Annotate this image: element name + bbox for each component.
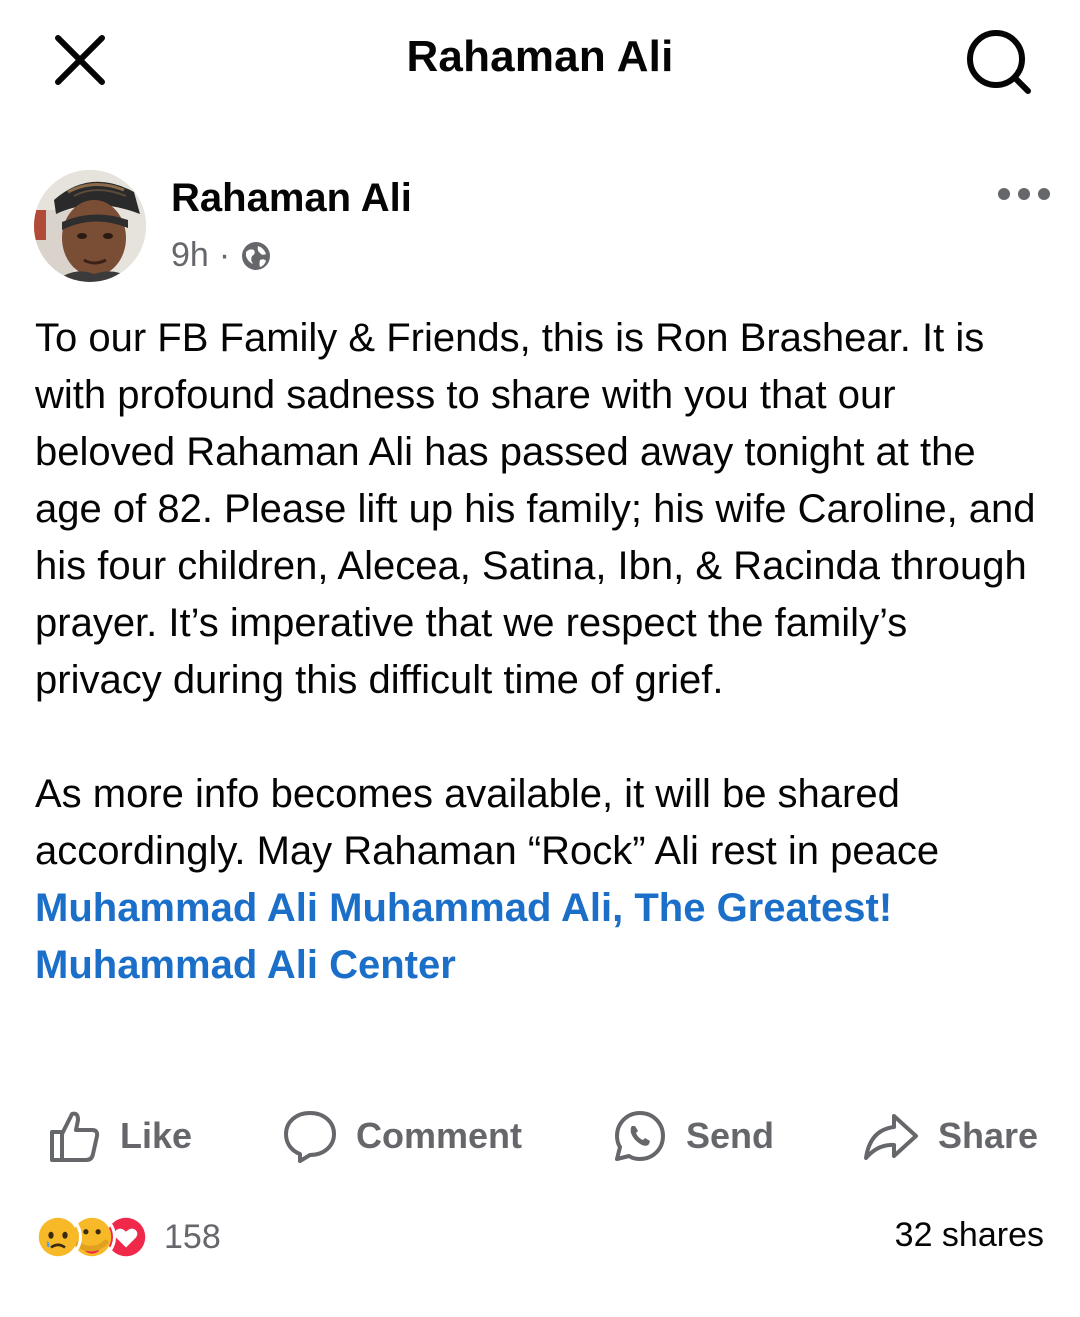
shares-count[interactable]: 32 shares [895,1216,1044,1255]
search-button[interactable] [962,26,1034,98]
like-button[interactable]: Like [46,1098,192,1174]
search-icon [967,30,1031,94]
page-title: Rahaman Ali [406,32,674,81]
globe-icon [242,241,271,270]
send-button[interactable]: Send [612,1098,774,1174]
like-label: Like [120,1115,193,1156]
more-options-button[interactable] [996,184,1052,204]
post-footer: 158 32 shares [0,1206,1080,1270]
comment-icon [284,1111,336,1163]
reactions-summary[interactable]: 158 [34,1212,221,1262]
reaction-count: 158 [164,1217,221,1256]
share-label: Share [938,1115,1039,1156]
post-header: Rahaman Ali 9h · [34,170,1054,290]
mention-link[interactable]: Muhammad Ali, The Greatest! [329,886,892,930]
post-paragraph: To our FB Family & Friends, this is Ron … [35,316,1036,702]
top-bar: Rahaman Ali [0,0,1080,120]
post-time[interactable]: 9h [171,236,209,275]
avatar[interactable] [34,170,146,282]
comment-label: Comment [356,1115,523,1156]
comment-button[interactable]: Comment [282,1098,522,1174]
share-icon [864,1114,918,1160]
send-label: Send [686,1115,775,1156]
share-button[interactable]: Share [862,1098,1038,1174]
post-text: As more info becomes available, it will … [35,772,940,873]
mention-link[interactable]: Muhammad Ali Center [35,943,456,987]
meta-separator: · [218,236,231,274]
action-bar: Like Comment Send Share [0,1098,1080,1174]
more-options-icon [998,188,1050,200]
post-body: To our FB Family & Friends, this is Ron … [35,310,1045,994]
whatsapp-icon [615,1111,665,1161]
post-author[interactable]: Rahaman Ali [171,176,412,221]
post-paragraph: As more info becomes available, it will … [35,766,1045,994]
post-meta: 9h · [171,236,272,275]
thumbs-up-icon [50,1111,100,1162]
sad-reaction-icon [34,1213,82,1261]
mention-link[interactable]: Muhammad Ali [35,886,318,930]
